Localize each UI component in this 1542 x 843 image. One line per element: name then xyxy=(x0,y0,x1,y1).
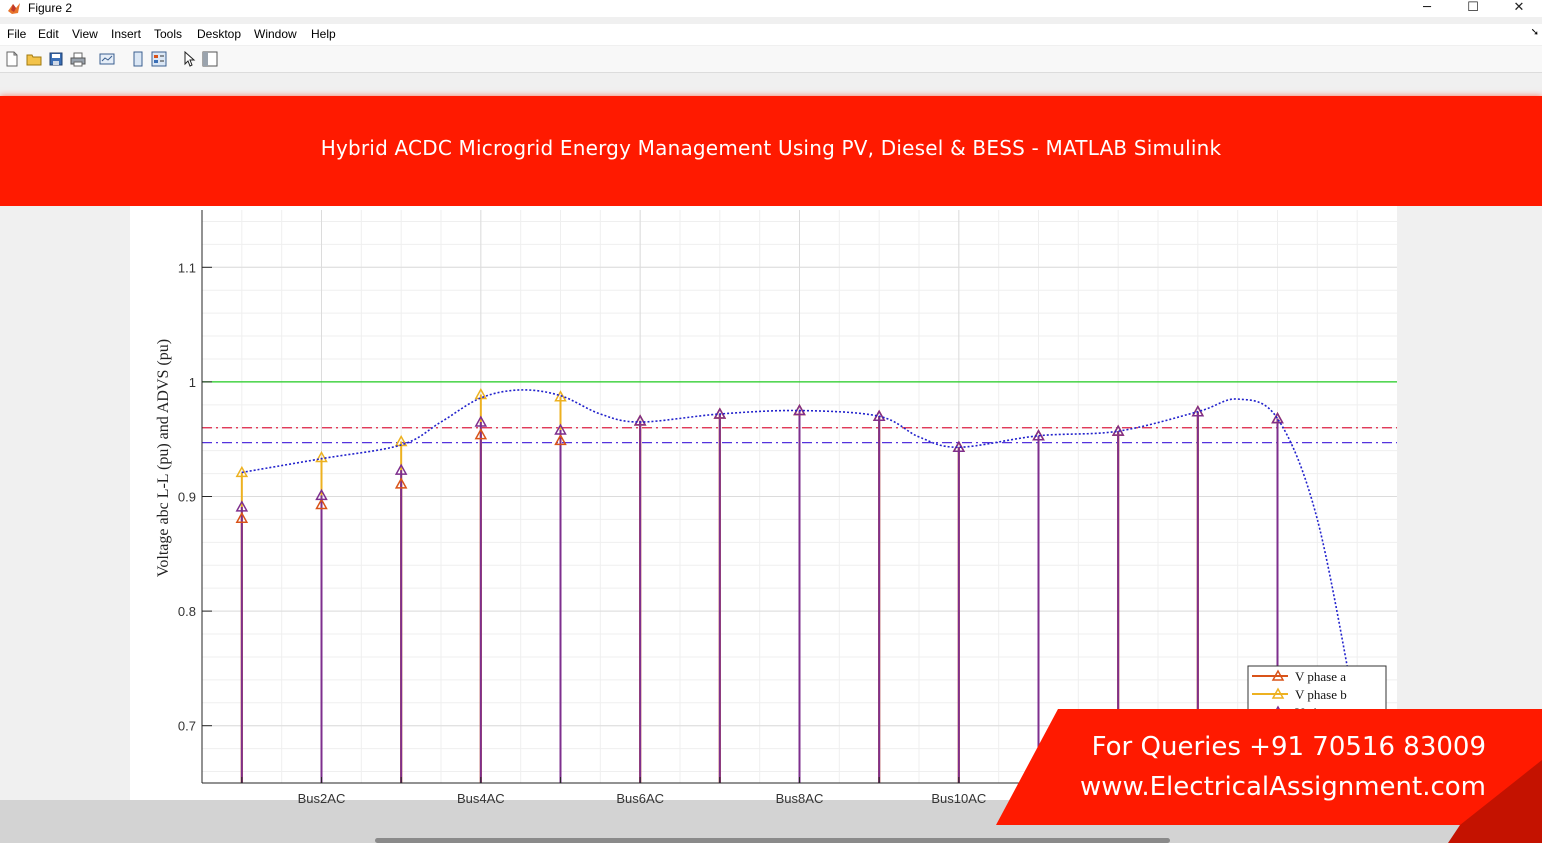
x-tick-label: Bus6AC xyxy=(616,791,664,806)
x-tick-label: Bus4AC xyxy=(457,791,505,806)
voltage-profile-chart: 0.7 0.8 0.9 1 1.1 Bus2AC Bus4AC Bus6AC Bus8AC Bus… xyxy=(155,210,1397,806)
x-tick-label: Bus10AC xyxy=(931,791,986,806)
y-tick-label: 1 xyxy=(189,375,196,390)
legend-label: V phase c xyxy=(1295,705,1346,720)
legend-label: V phase a xyxy=(1295,669,1346,684)
y-tick-label: 0.9 xyxy=(178,490,196,505)
legend-label: V phase b xyxy=(1295,687,1347,702)
x-tick-label: Bus2AC xyxy=(298,791,346,806)
y-tick-label: 0.8 xyxy=(178,604,196,619)
tick-labels: 0.7 0.8 0.9 1 1.1 Bus2AC Bus4AC Bus6AC Bus8AC Bus… xyxy=(178,260,986,806)
y-tick-label: 1.1 xyxy=(178,260,196,275)
y-tick-label: 0.7 xyxy=(178,719,196,734)
x-tick-label: Bus8AC xyxy=(776,791,824,806)
y-axis-label: Voltage abc L-L (pu) and ADVS (pu) xyxy=(155,339,172,577)
legend[interactable]: V phase a V phase b V phase c xyxy=(1247,665,1387,727)
